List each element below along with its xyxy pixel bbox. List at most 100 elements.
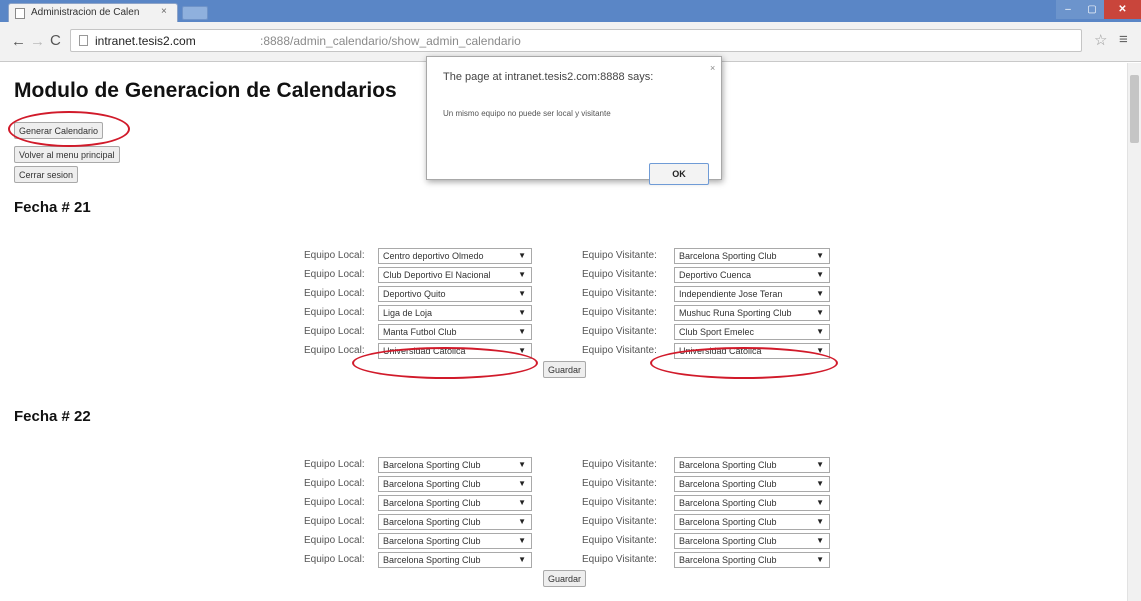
save-button[interactable]: Guardar <box>543 570 587 587</box>
dropdown-arrow-icon: ▼ <box>816 251 824 260</box>
local-label: Equipo Local: <box>304 326 365 337</box>
fixture-row: Equipo Local: Barcelona Sporting Club ▼ Equ… <box>0 514 1127 531</box>
dialog-close-icon[interactable]: × <box>710 63 715 73</box>
dropdown-arrow-icon: ▼ <box>518 460 526 469</box>
local-team-select[interactable]: Liga de Loja ▼ <box>378 305 532 321</box>
local-team-select[interactable]: Barcelona Sporting Club ▼ <box>378 457 532 473</box>
local-team-select[interactable]: Manta Futbol Club ▼ <box>378 324 532 340</box>
visitante-label: Equipo Visitante: <box>582 345 657 356</box>
browser-tab[interactable]: Administracion de Calen × <box>8 3 178 22</box>
local-team-select[interactable]: Deportivo Quito ▼ <box>378 286 532 302</box>
visitante-team-value: Barcelona Sporting Club <box>679 555 777 565</box>
dropdown-arrow-icon: ▼ <box>518 251 526 260</box>
local-team-value: Liga de Loja <box>383 308 433 318</box>
annotation-circle-local <box>352 347 538 379</box>
local-label: Equipo Local: <box>304 307 365 318</box>
browser-menu-icon[interactable]: ≡ <box>1119 31 1128 48</box>
close-window-button[interactable]: ✕ <box>1104 0 1141 19</box>
visitante-team-select[interactable]: Barcelona Sporting Club ▼ <box>674 457 830 473</box>
browser-titlebar: Administracion de Calen × – ▢ ✕ <box>0 0 1141 22</box>
minimize-button[interactable]: – <box>1056 0 1080 19</box>
fecha-title: Fecha # 22 <box>14 408 91 425</box>
local-label: Equipo Local: <box>304 478 365 489</box>
local-label: Equipo Local: <box>304 250 365 261</box>
dropdown-arrow-icon: ▼ <box>518 555 526 564</box>
visitante-team-select[interactable]: Deportivo Cuenca ▼ <box>674 267 830 283</box>
main-menu-button[interactable]: Volver al menu principal <box>14 146 120 163</box>
maximize-button[interactable]: ▢ <box>1080 0 1104 19</box>
visitante-team-select[interactable]: Barcelona Sporting Club ▼ <box>674 476 830 492</box>
new-tab-button[interactable] <box>182 6 208 20</box>
fixture-row: Equipo Local: Barcelona Sporting Club ▼ Equ… <box>0 476 1127 493</box>
visitante-team-select[interactable]: Barcelona Sporting Club ▼ <box>674 495 830 511</box>
visitante-label: Equipo Visitante: <box>582 326 657 337</box>
local-team-select[interactable]: Centro deportivo Olmedo ▼ <box>378 248 532 264</box>
visitante-team-select[interactable]: Barcelona Sporting Club ▼ <box>674 514 830 530</box>
dropdown-arrow-icon: ▼ <box>518 327 526 336</box>
visitante-team-select[interactable]: Barcelona Sporting Club ▼ <box>674 533 830 549</box>
url-path: :8888/admin_calendario/show_admin_calend… <box>260 34 521 48</box>
dropdown-arrow-icon: ▼ <box>816 270 824 279</box>
local-team-select[interactable]: Barcelona Sporting Club ▼ <box>378 476 532 492</box>
fixture-row: Equipo Local: Deportivo Quito ▼ Equipo Visi… <box>0 286 1127 303</box>
visitante-label: Equipo Visitante: <box>582 554 657 565</box>
visitante-team-value: Barcelona Sporting Club <box>679 536 777 546</box>
address-bar[interactable]: intranet.tesis2.com :8888/admin_calendar… <box>70 29 1082 52</box>
local-team-select[interactable]: Barcelona Sporting Club ▼ <box>378 514 532 530</box>
tab-close-icon[interactable]: × <box>161 6 167 17</box>
alert-dialog: The page at intranet.tesis2.com:8888 say… <box>426 56 722 185</box>
dialog-ok-button[interactable]: OK <box>649 163 709 185</box>
dropdown-arrow-icon: ▼ <box>816 327 824 336</box>
dialog-title: The page at intranet.tesis2.com:8888 say… <box>443 71 654 83</box>
local-label: Equipo Local: <box>304 269 365 280</box>
local-team-select[interactable]: Barcelona Sporting Club ▼ <box>378 533 532 549</box>
url-host: intranet.tesis2.com <box>95 34 196 48</box>
fixture-row: Equipo Local: Centro deportivo Olmedo ▼ Equ… <box>0 248 1127 265</box>
visitante-team-value: Barcelona Sporting Club <box>679 517 777 527</box>
visitante-label: Equipo Visitante: <box>582 288 657 299</box>
dropdown-arrow-icon: ▼ <box>518 479 526 488</box>
forward-arrow-icon[interactable]: → <box>30 33 45 50</box>
visitante-team-value: Deportivo Cuenca <box>679 270 752 280</box>
local-team-select[interactable]: Club Deportivo El Nacional ▼ <box>378 267 532 283</box>
scrollbar-thumb[interactable] <box>1130 75 1139 143</box>
bookmark-star-icon[interactable]: ☆ <box>1094 31 1107 49</box>
dropdown-arrow-icon: ▼ <box>816 460 824 469</box>
fixture-row: Equipo Local: Manta Futbol Club ▼ Equipo Vi… <box>0 324 1127 341</box>
visitante-team-select[interactable]: Barcelona Sporting Club ▼ <box>674 552 830 568</box>
local-team-value: Barcelona Sporting Club <box>383 536 481 546</box>
visitante-team-value: Barcelona Sporting Club <box>679 460 777 470</box>
local-team-value: Centro deportivo Olmedo <box>383 251 484 261</box>
dropdown-arrow-icon: ▼ <box>518 270 526 279</box>
visitante-team-select[interactable]: Mushuc Runa Sporting Club ▼ <box>674 305 830 321</box>
dropdown-arrow-icon: ▼ <box>816 308 824 317</box>
fixture-row: Equipo Local: Barcelona Sporting Club ▼ Equ… <box>0 457 1127 474</box>
logout-button[interactable]: Cerrar sesion <box>14 166 79 183</box>
dropdown-arrow-icon: ▼ <box>816 479 824 488</box>
visitante-label: Equipo Visitante: <box>582 307 657 318</box>
local-team-select[interactable]: Barcelona Sporting Club ▼ <box>378 495 532 511</box>
visitante-team-select[interactable]: Barcelona Sporting Club ▼ <box>674 248 830 264</box>
reload-icon[interactable]: C <box>50 32 61 49</box>
save-button[interactable]: Guardar <box>543 361 587 378</box>
local-team-value: Barcelona Sporting Club <box>383 479 481 489</box>
visitante-label: Equipo Visitante: <box>582 497 657 508</box>
visitante-team-value: Club Sport Emelec <box>679 327 755 337</box>
page-icon <box>79 35 88 46</box>
local-label: Equipo Local: <box>304 554 365 565</box>
local-team-value: Barcelona Sporting Club <box>383 460 481 470</box>
dropdown-arrow-icon: ▼ <box>816 555 824 564</box>
fixture-row: Equipo Local: Universidad Catolica ▼ Equipo… <box>0 343 1127 360</box>
fixture-row: Equipo Local: Barcelona Sporting Club ▼ Equ… <box>0 552 1127 569</box>
visitante-team-value: Mushuc Runa Sporting Club <box>679 308 792 318</box>
local-team-select[interactable]: Barcelona Sporting Club ▼ <box>378 552 532 568</box>
visitante-team-select[interactable]: Club Sport Emelec ▼ <box>674 324 830 340</box>
visitante-label: Equipo Visitante: <box>582 250 657 261</box>
vertical-scrollbar[interactable] <box>1127 63 1141 601</box>
local-team-value: Barcelona Sporting Club <box>383 498 481 508</box>
visitante-team-select[interactable]: Independiente Jose Teran ▼ <box>674 286 830 302</box>
visitante-label: Equipo Visitante: <box>582 535 657 546</box>
dropdown-arrow-icon: ▼ <box>518 308 526 317</box>
fixture-row: Equipo Local: Barcelona Sporting Club ▼ Equ… <box>0 533 1127 550</box>
back-arrow-icon[interactable]: ← <box>11 33 26 50</box>
